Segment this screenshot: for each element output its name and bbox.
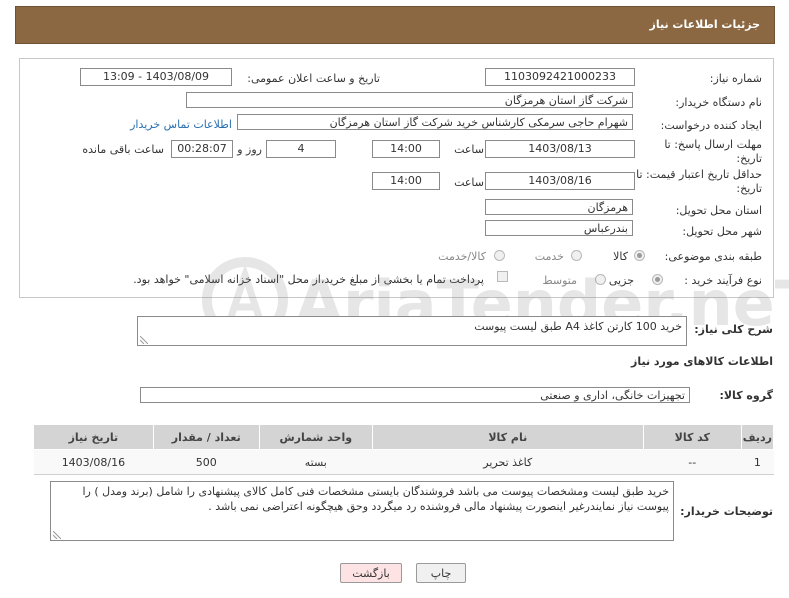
col-header-need-date: تاریخ نیاز <box>33 424 154 450</box>
category-radio-goods-service[interactable] <box>494 250 505 261</box>
purchase-type-label: نوع فرآیند خرید : <box>684 274 762 287</box>
category-radio-service[interactable] <box>571 250 582 261</box>
buyer-notes-text: خرید طبق لیست ومشخصات پیوست می باشد فروش… <box>82 485 669 513</box>
goods-section-title: اطلاعات کالاهای مورد نیاز <box>631 355 773 368</box>
goods-group-label: گروه کالا: <box>719 389 773 402</box>
remaining-days-field: 4 <box>266 140 336 158</box>
resize-grip-icon[interactable] <box>140 336 148 344</box>
col-header-quantity: تعداد / مقدار <box>152 424 260 450</box>
delivery-province-field: هرمزگان <box>485 199 633 215</box>
price-validity-date-field: 1403/08/16 <box>485 172 635 190</box>
price-validity-time-field: 14:00 <box>372 172 440 190</box>
description-textarea[interactable]: خرید 100 کارتن کاغذ A4 طبق لیست پیوست <box>137 316 687 346</box>
back-button[interactable]: بازگشت <box>340 563 402 583</box>
cell-row-number: 1 <box>741 449 774 475</box>
requester-label: ایجاد کننده درخواست: <box>660 119 762 132</box>
send-deadline-label-date: تاریخ: <box>736 152 762 165</box>
buyer-contact-link[interactable]: اطلاعات تماس خریدار <box>130 118 232 131</box>
goods-table: ردیف کد کالا نام کالا واحد شمارش تعداد /… <box>33 424 775 475</box>
delivery-city-label: شهر محل تحویل: <box>682 225 762 238</box>
category-radio-goods[interactable] <box>634 250 645 261</box>
description-text: خرید 100 کارتن کاغذ A4 طبق لیست پیوست <box>474 320 682 333</box>
col-header-item-code: کد کالا <box>642 424 742 450</box>
col-header-item-name: نام کالا <box>371 424 644 450</box>
col-header-unit: واحد شمارش <box>258 424 373 450</box>
days-and-label: روز و <box>237 143 262 156</box>
announce-datetime-label: تاریخ و ساعت اعلان عمومی: <box>247 72 380 85</box>
resize-grip-icon[interactable] <box>53 531 61 539</box>
requester-field: شهرام حاجی سرمکی کارشناس خرید شرکت گاز ا… <box>237 114 633 130</box>
cell-need-date: 1403/08/16 <box>33 449 154 475</box>
description-label: شرح کلی نیاز: <box>694 323 773 336</box>
delivery-province-label: استان محل تحویل: <box>675 204 762 217</box>
goods-table-header-row: ردیف کد کالا نام کالا واحد شمارش تعداد /… <box>33 424 775 450</box>
announce-datetime-field: 1403/08/09 - 13:09 <box>80 68 232 86</box>
send-deadline-label: مهلت ارسال پاسخ: تا <box>664 138 762 151</box>
category-label: طبقه بندی موضوعی: <box>664 250 762 263</box>
goods-group-field: تجهیزات خانگی، اداری و صنعتی <box>140 387 690 403</box>
price-validity-label-date: تاریخ: <box>736 182 762 195</box>
table-row: 1 -- کاغذ تحریر بسته 500 1403/08/16 <box>33 449 774 475</box>
price-validity-label: حداقل تاریخ اعتبار قیمت: تا <box>636 168 762 181</box>
category-option-service: خدمت <box>534 250 564 263</box>
cell-quantity: 500 <box>153 449 260 475</box>
page-header: جزئیات اطلاعات نیاز <box>15 6 775 44</box>
cell-item-code: -- <box>643 449 742 475</box>
cell-item-name: کاغذ تحریر <box>372 449 644 475</box>
need-number-field: 1103092421000233 <box>485 68 635 86</box>
delivery-city-field: بندرعباس <box>485 220 633 236</box>
remaining-time-label: ساعت باقی مانده <box>82 143 164 156</box>
buyer-org-field: شرکت گاز استان هرمزگان <box>186 92 633 108</box>
purchase-radio-medium[interactable] <box>595 274 606 285</box>
cell-unit: بسته <box>259 449 373 475</box>
need-number-label: شماره نیاز: <box>709 72 762 85</box>
send-deadline-time-label: ساعت <box>454 143 484 156</box>
buyer-org-label: نام دستگاه خریدار: <box>675 96 762 109</box>
buyer-notes-textarea[interactable]: خرید طبق لیست ومشخصات پیوست می باشد فروش… <box>50 481 674 541</box>
treasury-docs-checkbox[interactable] <box>497 271 508 282</box>
page-title: جزئیات اطلاعات نیاز <box>649 18 761 31</box>
purchase-radio-partial[interactable] <box>652 274 663 285</box>
treasury-docs-text: پرداخت تمام یا بخشی از مبلغ خرید،از محل … <box>133 273 484 286</box>
col-header-row-number: ردیف <box>740 424 775 450</box>
purchase-option-partial: جزیی <box>608 274 634 287</box>
send-deadline-time-field: 14:00 <box>372 140 440 158</box>
category-option-goods-service: کالا/خدمت <box>438 250 486 263</box>
price-validity-time-label: ساعت <box>454 176 484 189</box>
remaining-time-field: 00:28:07 <box>171 140 233 158</box>
send-deadline-date-field: 1403/08/13 <box>485 140 635 158</box>
purchase-option-medium: متوسط <box>542 274 577 287</box>
category-option-goods: کالا <box>613 250 628 263</box>
buyer-notes-label: توضیحات خریدار: <box>680 505 773 518</box>
print-button[interactable]: چاپ <box>416 563 466 583</box>
